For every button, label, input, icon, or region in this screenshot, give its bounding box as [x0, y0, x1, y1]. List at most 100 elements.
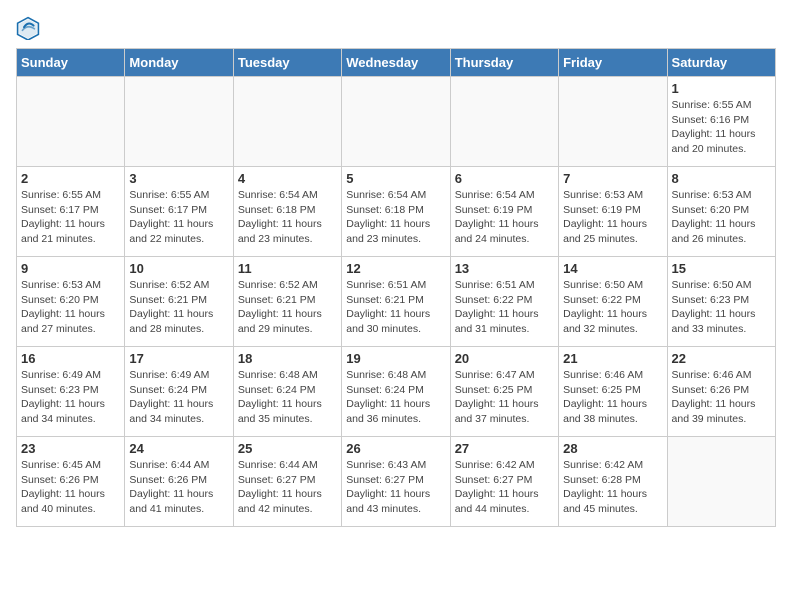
- header: [16, 16, 776, 40]
- day-number: 5: [346, 171, 445, 186]
- day-number: 16: [21, 351, 120, 366]
- calendar-cell: 2Sunrise: 6:55 AM Sunset: 6:17 PM Daylig…: [17, 167, 125, 257]
- calendar-cell: 8 Sunrise: 6:53 AM Sunset: 6:20 PM Daylig…: [667, 167, 775, 257]
- calendar-cell: [342, 77, 450, 167]
- calendar-cell: 24 Sunrise: 6:44 AM Sunset: 6:26 PM Dayli…: [125, 437, 233, 527]
- day-number: 25: [238, 441, 337, 456]
- day-number: 9: [21, 261, 120, 276]
- calendar-cell: 15Sunrise: 6:50 AM Sunset: 6:23 PM Dayli…: [667, 257, 775, 347]
- calendar-cell: 27 Sunrise: 6:42 AM Sunset: 6:27 PM Dayli…: [450, 437, 558, 527]
- calendar-cell: 16Sunrise: 6:49 AM Sunset: 6:23 PM Dayli…: [17, 347, 125, 437]
- day-info: Sunrise: 6:44 AM Sunset: 6:27 PM Dayligh…: [238, 458, 337, 517]
- weekday-header-wednesday: Wednesday: [342, 49, 450, 77]
- calendar-cell: 21 Sunrise: 6:46 AM Sunset: 6:25 PM Dayli…: [559, 347, 667, 437]
- calendar-body: 1 Sunrise: 6:55 AM Sunset: 6:16 PM Daylig…: [17, 77, 776, 527]
- calendar-cell: 3 Sunrise: 6:55 AM Sunset: 6:17 PM Daylig…: [125, 167, 233, 257]
- day-info: Sunrise: 6:47 AM Sunset: 6:25 PM Dayligh…: [455, 368, 554, 427]
- day-info: Sunrise: 6:49 AM Sunset: 6:24 PM Dayligh…: [129, 368, 228, 427]
- day-info: Sunrise: 6:48 AM Sunset: 6:24 PM Dayligh…: [238, 368, 337, 427]
- weekday-header-saturday: Saturday: [667, 49, 775, 77]
- day-info: Sunrise: 6:46 AM Sunset: 6:25 PM Dayligh…: [563, 368, 662, 427]
- calendar-week-4: 23 Sunrise: 6:45 AM Sunset: 6:26 PM Dayli…: [17, 437, 776, 527]
- day-info: Sunrise: 6:52 AM Sunset: 6:21 PM Dayligh…: [129, 278, 228, 337]
- day-number: 12: [346, 261, 445, 276]
- day-number: 19: [346, 351, 445, 366]
- calendar-cell: 18 Sunrise: 6:48 AM Sunset: 6:24 PM Dayli…: [233, 347, 341, 437]
- calendar-week-2: 9Sunrise: 6:53 AM Sunset: 6:20 PM Daylig…: [17, 257, 776, 347]
- day-info: Sunrise: 6:45 AM Sunset: 6:26 PM Dayligh…: [21, 458, 120, 517]
- day-number: 18: [238, 351, 337, 366]
- logo: [16, 16, 44, 40]
- day-number: 17: [129, 351, 228, 366]
- weekday-header-monday: Monday: [125, 49, 233, 77]
- calendar-cell: [17, 77, 125, 167]
- day-info: Sunrise: 6:51 AM Sunset: 6:22 PM Dayligh…: [455, 278, 554, 337]
- day-number: 26: [346, 441, 445, 456]
- day-number: 8: [672, 171, 771, 186]
- day-info: Sunrise: 6:51 AM Sunset: 6:21 PM Dayligh…: [346, 278, 445, 337]
- day-number: 3: [129, 171, 228, 186]
- calendar-cell: 26 Sunrise: 6:43 AM Sunset: 6:27 PM Dayli…: [342, 437, 450, 527]
- calendar-week-1: 2Sunrise: 6:55 AM Sunset: 6:17 PM Daylig…: [17, 167, 776, 257]
- calendar-cell: 25 Sunrise: 6:44 AM Sunset: 6:27 PM Dayli…: [233, 437, 341, 527]
- calendar-cell: 14 Sunrise: 6:50 AM Sunset: 6:22 PM Dayli…: [559, 257, 667, 347]
- day-number: 14: [563, 261, 662, 276]
- calendar-cell: 11 Sunrise: 6:52 AM Sunset: 6:21 PM Dayli…: [233, 257, 341, 347]
- day-number: 7: [563, 171, 662, 186]
- weekday-header-friday: Friday: [559, 49, 667, 77]
- day-info: Sunrise: 6:42 AM Sunset: 6:27 PM Dayligh…: [455, 458, 554, 517]
- calendar-cell: 7 Sunrise: 6:53 AM Sunset: 6:19 PM Daylig…: [559, 167, 667, 257]
- day-info: Sunrise: 6:43 AM Sunset: 6:27 PM Dayligh…: [346, 458, 445, 517]
- day-number: 1: [672, 81, 771, 96]
- calendar-cell: 20 Sunrise: 6:47 AM Sunset: 6:25 PM Dayli…: [450, 347, 558, 437]
- day-number: 23: [21, 441, 120, 456]
- day-number: 21: [563, 351, 662, 366]
- day-number: 24: [129, 441, 228, 456]
- day-info: Sunrise: 6:55 AM Sunset: 6:17 PM Dayligh…: [129, 188, 228, 247]
- day-number: 6: [455, 171, 554, 186]
- weekday-header-sunday: Sunday: [17, 49, 125, 77]
- calendar-cell: 10 Sunrise: 6:52 AM Sunset: 6:21 PM Dayli…: [125, 257, 233, 347]
- calendar-week-0: 1 Sunrise: 6:55 AM Sunset: 6:16 PM Daylig…: [17, 77, 776, 167]
- calendar-cell: 22 Sunrise: 6:46 AM Sunset: 6:26 PM Dayli…: [667, 347, 775, 437]
- day-info: Sunrise: 6:52 AM Sunset: 6:21 PM Dayligh…: [238, 278, 337, 337]
- calendar-cell: 9Sunrise: 6:53 AM Sunset: 6:20 PM Daylig…: [17, 257, 125, 347]
- calendar-cell: 12 Sunrise: 6:51 AM Sunset: 6:21 PM Dayli…: [342, 257, 450, 347]
- weekday-header-tuesday: Tuesday: [233, 49, 341, 77]
- day-info: Sunrise: 6:54 AM Sunset: 6:18 PM Dayligh…: [238, 188, 337, 247]
- day-number: 10: [129, 261, 228, 276]
- day-number: 28: [563, 441, 662, 456]
- weekday-header-row: SundayMondayTuesdayWednesdayThursdayFrid…: [17, 49, 776, 77]
- day-info: Sunrise: 6:46 AM Sunset: 6:26 PM Dayligh…: [672, 368, 771, 427]
- weekday-header-thursday: Thursday: [450, 49, 558, 77]
- calendar-cell: 23 Sunrise: 6:45 AM Sunset: 6:26 PM Dayli…: [17, 437, 125, 527]
- calendar-cell: 13 Sunrise: 6:51 AM Sunset: 6:22 PM Dayli…: [450, 257, 558, 347]
- day-number: 22: [672, 351, 771, 366]
- calendar-cell: [667, 437, 775, 527]
- day-number: 11: [238, 261, 337, 276]
- day-number: 27: [455, 441, 554, 456]
- calendar-cell: 17 Sunrise: 6:49 AM Sunset: 6:24 PM Dayli…: [125, 347, 233, 437]
- day-number: 13: [455, 261, 554, 276]
- day-number: 4: [238, 171, 337, 186]
- day-info: Sunrise: 6:55 AM Sunset: 6:16 PM Dayligh…: [672, 98, 771, 157]
- calendar-cell: 5 Sunrise: 6:54 AM Sunset: 6:18 PM Daylig…: [342, 167, 450, 257]
- day-info: Sunrise: 6:53 AM Sunset: 6:20 PM Dayligh…: [672, 188, 771, 247]
- calendar-cell: [559, 77, 667, 167]
- calendar-cell: [450, 77, 558, 167]
- day-info: Sunrise: 6:44 AM Sunset: 6:26 PM Dayligh…: [129, 458, 228, 517]
- day-info: Sunrise: 6:54 AM Sunset: 6:18 PM Dayligh…: [346, 188, 445, 247]
- logo-icon: [16, 16, 40, 40]
- day-number: 20: [455, 351, 554, 366]
- calendar-cell: 19 Sunrise: 6:48 AM Sunset: 6:24 PM Dayli…: [342, 347, 450, 437]
- calendar-cell: 1 Sunrise: 6:55 AM Sunset: 6:16 PM Daylig…: [667, 77, 775, 167]
- day-info: Sunrise: 6:42 AM Sunset: 6:28 PM Dayligh…: [563, 458, 662, 517]
- calendar-week-3: 16Sunrise: 6:49 AM Sunset: 6:23 PM Dayli…: [17, 347, 776, 437]
- calendar-cell: 4 Sunrise: 6:54 AM Sunset: 6:18 PM Daylig…: [233, 167, 341, 257]
- day-info: Sunrise: 6:53 AM Sunset: 6:19 PM Dayligh…: [563, 188, 662, 247]
- calendar: SundayMondayTuesdayWednesdayThursdayFrid…: [16, 48, 776, 527]
- day-info: Sunrise: 6:50 AM Sunset: 6:22 PM Dayligh…: [563, 278, 662, 337]
- day-info: Sunrise: 6:48 AM Sunset: 6:24 PM Dayligh…: [346, 368, 445, 427]
- day-number: 15: [672, 261, 771, 276]
- day-info: Sunrise: 6:55 AM Sunset: 6:17 PM Dayligh…: [21, 188, 120, 247]
